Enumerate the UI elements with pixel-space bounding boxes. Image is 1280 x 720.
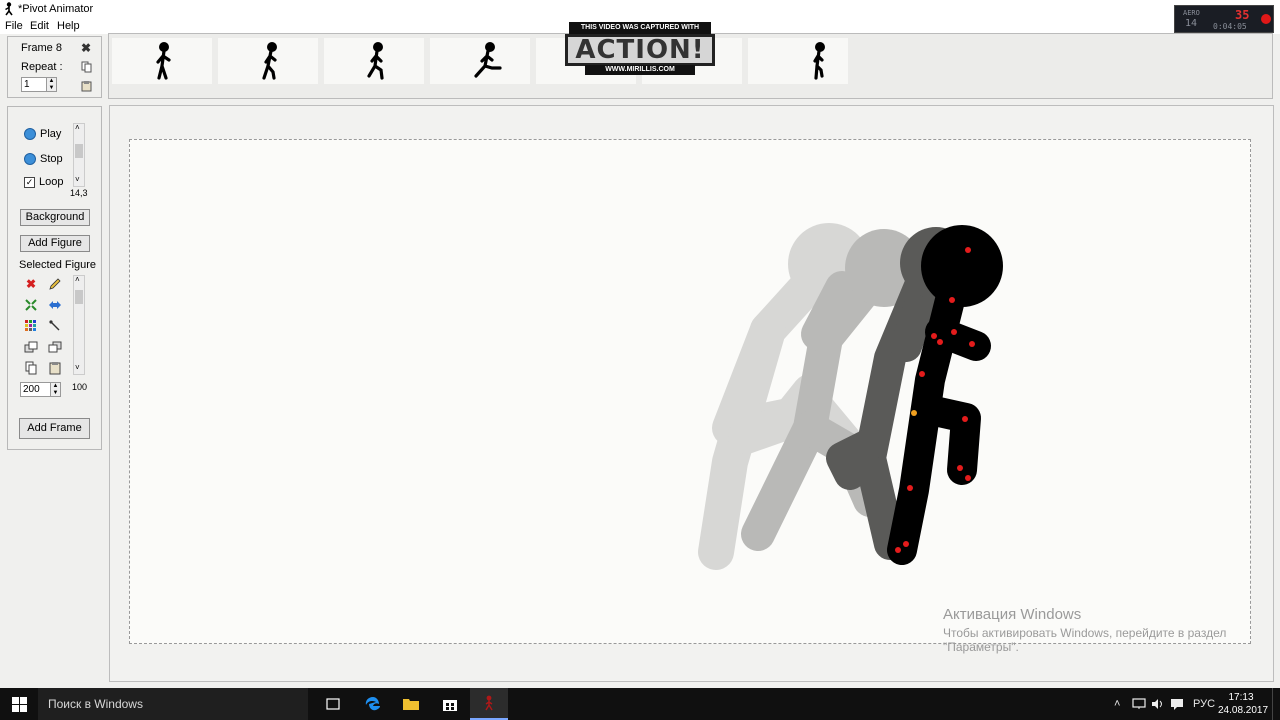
speed-value: 14,3 xyxy=(70,188,88,198)
network-icon[interactable] xyxy=(1132,688,1146,720)
stop-button[interactable]: Stop xyxy=(24,151,63,167)
add-figure-button[interactable]: Add Figure xyxy=(20,235,90,252)
opacity-slider[interactable]: ˄ ˅ xyxy=(73,275,85,375)
scale-value: 200 xyxy=(23,384,40,395)
watermark-caption: THIS VIDEO WAS CAPTURED WITH xyxy=(569,22,711,34)
selected-figure-label: Selected Figure xyxy=(19,259,97,271)
activation-title: Активация Windows xyxy=(943,606,1082,623)
bring-front-icon[interactable] xyxy=(23,339,39,355)
chevron-up-icon[interactable]: ˄ xyxy=(75,123,80,132)
background-button[interactable]: Background xyxy=(20,209,90,226)
watermark-logo: ACTION! xyxy=(565,34,715,66)
clock-date: 24.08.2017 xyxy=(1218,705,1269,716)
flip-figure-icon[interactable] xyxy=(47,297,63,313)
opacity-slider-thumb[interactable] xyxy=(75,290,83,304)
frame-thumbnail[interactable] xyxy=(218,38,318,84)
stop-label: Stop xyxy=(40,153,63,165)
pivot-taskbar-icon[interactable] xyxy=(470,688,508,720)
task-view-icon[interactable] xyxy=(314,688,352,720)
activation-line2: "Параметры". xyxy=(943,640,1019,654)
volume-icon[interactable] xyxy=(1151,688,1165,720)
recorder-time: 0:04:05 xyxy=(1213,22,1247,31)
paste-figure-icon[interactable] xyxy=(47,360,63,376)
copy-frame-icon[interactable] xyxy=(79,60,93,74)
chevron-down-icon[interactable]: ˅ xyxy=(75,175,80,184)
watermark-url: WWW.MIRILLIS.COM xyxy=(585,65,695,75)
play-button[interactable]: Play xyxy=(24,126,61,142)
repeat-label: Repeat : xyxy=(21,61,63,73)
opacity-value: 100 xyxy=(72,382,88,392)
activation-line1: Чтобы активировать Windows, перейдите в … xyxy=(943,626,1227,640)
send-back-icon[interactable] xyxy=(47,339,63,355)
play-label: Play xyxy=(40,128,62,140)
frame-thumbnail[interactable] xyxy=(324,38,424,84)
copy-figure-icon[interactable] xyxy=(23,360,39,376)
show-desktop-button[interactable] xyxy=(1272,688,1278,720)
recorder-widget[interactable]: AERO 14 35 0:04:05 xyxy=(1174,5,1274,33)
recorder-counter: 35 xyxy=(1235,8,1250,22)
play-icon xyxy=(24,128,36,140)
color-figure-icon[interactable] xyxy=(23,318,39,334)
file-explorer-icon[interactable] xyxy=(392,688,430,720)
windows-activation-notice: Активация Windows Чтобы активировать Win… xyxy=(943,606,1226,654)
checkbox-checked-icon: ✓ xyxy=(24,176,35,188)
loop-checkbox[interactable]: ✓ Loop xyxy=(24,174,63,190)
menu-edit[interactable]: Edit xyxy=(30,20,49,32)
repeat-stepper[interactable]: 1 ▲ ▼ xyxy=(21,77,57,92)
title-bar: *Pivot Animator xyxy=(0,0,1280,18)
capture-watermark: THIS VIDEO WAS CAPTURED WITH ACTION! WWW… xyxy=(565,22,715,76)
windows-start-icon[interactable] xyxy=(0,688,38,720)
record-indicator-icon xyxy=(1261,14,1271,24)
figure-origin-handle[interactable] xyxy=(911,410,917,416)
repeat-value: 1 xyxy=(24,79,30,90)
speed-slider[interactable]: ˄ ˅ xyxy=(73,123,85,187)
edge-browser-icon[interactable] xyxy=(354,688,392,720)
system-clock[interactable]: 17:13 24.08.2017 xyxy=(1218,691,1269,717)
delete-figure-icon[interactable]: ✖ xyxy=(23,276,39,292)
control-panel: Play Stop ✓ Loop ˄ ˅ 14,3 Background Add… xyxy=(7,106,102,450)
frame-thumbnail[interactable] xyxy=(112,38,212,84)
window-title: *Pivot Animator xyxy=(18,3,94,15)
chevron-up-icon[interactable]: ˄ xyxy=(75,275,80,284)
stickfigure-onion-skin xyxy=(698,223,1003,570)
recorder-fps: 14 xyxy=(1185,18,1198,29)
stop-icon xyxy=(24,153,36,165)
frame-panel: Frame 8 ✖ Repeat : 1 ▲ ▼ xyxy=(7,36,102,98)
recorder-label: AERO xyxy=(1183,9,1200,17)
stepper-arrows-icon[interactable]: ▲ ▼ xyxy=(50,383,60,396)
chevron-down-icon[interactable]: ˅ xyxy=(75,363,80,372)
loop-label: Loop xyxy=(39,176,64,188)
scale-stepper[interactable]: 200 ▲ ▼ xyxy=(20,382,61,397)
taskbar-search[interactable]: Поиск в Windows xyxy=(38,688,308,720)
taskbar: Поиск в Windows ˄ РУС 17:13 24.08.2017 xyxy=(0,688,1280,720)
notification-icon[interactable] xyxy=(1170,688,1184,720)
delete-frame-icon[interactable]: ✖ xyxy=(79,41,93,55)
main-figure-head xyxy=(921,225,1003,307)
animation-canvas[interactable] xyxy=(129,139,1251,644)
join-figure-icon[interactable] xyxy=(47,318,63,334)
language-indicator[interactable]: РУС xyxy=(1193,688,1215,720)
store-icon[interactable] xyxy=(431,688,469,720)
frame-label: Frame 8 xyxy=(21,42,62,54)
tray-chevron-icon[interactable]: ˄ xyxy=(1114,688,1120,720)
paste-frame-icon[interactable] xyxy=(79,79,93,93)
menu-help[interactable]: Help xyxy=(57,20,80,32)
clock-time: 17:13 xyxy=(1228,692,1254,703)
edit-figure-icon[interactable] xyxy=(47,276,63,292)
frame-thumbnail-current[interactable] xyxy=(748,38,848,84)
add-frame-button[interactable]: Add Frame xyxy=(19,418,90,439)
scale-figure-icon[interactable] xyxy=(23,297,39,313)
speed-slider-thumb[interactable] xyxy=(75,144,83,158)
stepper-arrows-icon[interactable]: ▲ ▼ xyxy=(46,78,56,91)
menu-file[interactable]: File xyxy=(5,20,23,32)
pivot-app-icon xyxy=(5,2,13,16)
frame-thumbnail[interactable] xyxy=(430,38,530,84)
